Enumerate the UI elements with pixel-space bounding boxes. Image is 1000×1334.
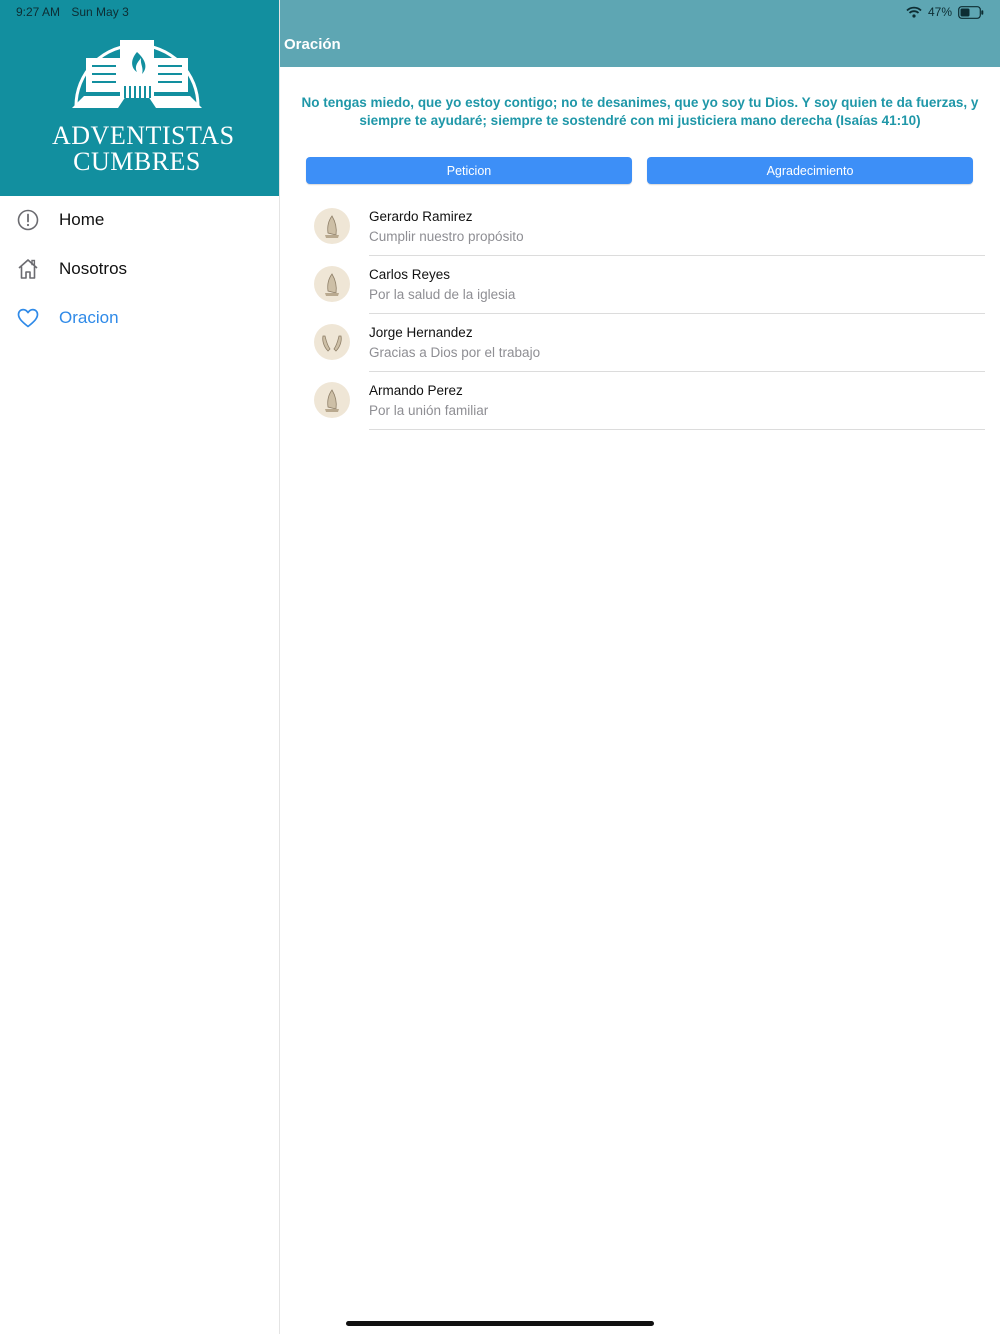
sidebar-item-label: Home [59,210,105,229]
sidebar-item-home[interactable]: Home [0,198,279,242]
sidebar-item-label: Oracion [59,308,119,327]
peticion-button[interactable]: Peticion [306,157,632,184]
request-message: Cumplir nuestro propósito [369,229,524,244]
house-icon [18,259,38,279]
church-logo: ADVENTISTAS CUMBRES [52,26,235,176]
request-message: Por la unión familiar [369,403,489,418]
request-name: Armando Perez [369,383,463,398]
status-date: Sun May 3 [71,5,129,19]
status-bar-right: 47% [906,4,984,20]
sidebar: 9:27 AM Sun May 3 ADVENTISTAS CUMBRES Ho… [0,0,280,1334]
bible-flame-logo-icon [72,40,202,108]
praying-hands-icon [314,266,350,302]
request-message: Gracias a Dios por el trabajo [369,345,541,360]
status-bar-left: 9:27 AM Sun May 3 [16,5,137,19]
sidebar-item-label: Nosotros [59,259,128,278]
list-item[interactable]: Armando Perez Por la unión familiar [280,372,1000,430]
logo-title-line2: CUMBRES [73,147,201,176]
request-name: Jorge Hernandez [369,325,473,340]
battery-percentage: 47% [927,5,952,19]
heart-icon [17,308,39,328]
home-indicator[interactable] [346,1321,654,1326]
row-divider [369,429,985,430]
sidebar-item-oracion[interactable]: Oracion [0,296,279,340]
page-title: Oración [284,36,341,53]
praying-hands-icon [314,208,350,244]
raised-hands-icon [314,324,350,360]
logo-title-line1: ADVENTISTAS [52,121,235,150]
list-item[interactable]: Gerardo Ramirez Cumplir nuestro propósit… [280,198,1000,256]
prayer-list: Gerardo Ramirez Cumplir nuestro propósit… [280,198,1000,430]
sidebar-header: 9:27 AM Sun May 3 ADVENTISTAS CUMBRES [0,0,279,196]
status-time: 9:27 AM [16,5,61,19]
list-item[interactable]: Jorge Hernandez Gracias a Dios por el tr… [280,314,1000,372]
info-circle-icon [17,209,39,231]
praying-hands-icon [314,382,350,418]
navigation-bar: 47% Oración [280,0,1000,67]
request-name: Carlos Reyes [369,267,451,282]
agradecimiento-button[interactable]: Agradecimiento [647,157,973,184]
wifi-icon [906,6,922,18]
main-content: 47% Oración No tengas miedo, que yo esto… [280,0,1000,1334]
bible-verse: No tengas miedo, que yo estoy contigo; n… [301,95,979,128]
battery-icon [958,5,984,19]
list-item[interactable]: Carlos Reyes Por la salud de la iglesia [280,256,1000,314]
request-name: Gerardo Ramirez [369,209,473,224]
request-message: Por la salud de la iglesia [369,287,516,302]
sidebar-item-nosotros[interactable]: Nosotros [0,247,279,291]
